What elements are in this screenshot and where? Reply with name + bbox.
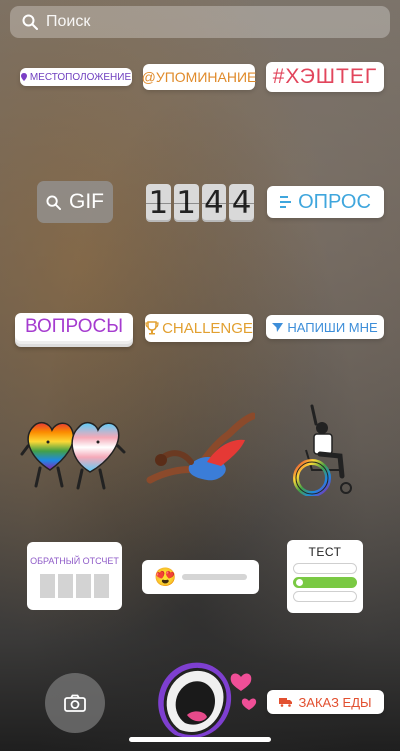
countdown-box	[94, 574, 109, 598]
quiz-option	[293, 591, 357, 602]
slider-track	[182, 574, 247, 580]
location-label: МЕСТОПОЛОЖЕНИЕ	[29, 71, 132, 83]
questions-label: ВОПРОСЫ	[24, 316, 124, 337]
home-indicator[interactable]	[129, 737, 271, 742]
clock-sticker[interactable]: 1 1 4 4	[146, 184, 254, 222]
hashtag-label: #ХЭШТЕГ	[272, 65, 378, 88]
challenge-sticker[interactable]: CHALLENGE	[145, 314, 253, 342]
location-pin-icon	[20, 73, 27, 81]
countdown-box	[76, 574, 91, 598]
quiz-option	[293, 563, 357, 574]
food-order-sticker[interactable]: ЗАКАЗ ЕДЫ	[267, 690, 384, 714]
food-order-label: ЗАКАЗ ЕДЫ	[298, 694, 372, 710]
dm-label: НАПИШИ МНЕ	[287, 319, 378, 335]
countdown-box	[58, 574, 73, 598]
mention-label: @УПОМИНАНИЕ	[141, 69, 257, 85]
camera-button[interactable]	[45, 673, 105, 733]
poll-icon	[280, 196, 292, 208]
pride-hearts-sticker[interactable]	[18, 408, 128, 496]
location-sticker[interactable]: МЕСТОПОЛОЖЕНИЕ	[20, 68, 132, 86]
quiz-sticker[interactable]: ТЕСТ	[287, 540, 363, 613]
quiz-title: ТЕСТ	[308, 545, 342, 559]
gif-label: GIF	[69, 190, 104, 213]
clock-digit: 1	[146, 184, 171, 222]
trophy-icon	[145, 321, 159, 335]
countdown-box	[40, 574, 55, 598]
heart-eyes-emoji-icon: 😍	[154, 567, 177, 587]
search-icon	[46, 194, 61, 210]
challenge-label: CHALLENGE	[162, 319, 253, 337]
send-icon	[272, 322, 284, 332]
delivery-truck-icon	[279, 698, 293, 707]
questions-sticker[interactable]: ВОПРОСЫ	[15, 313, 133, 341]
quiz-option-correct	[293, 577, 357, 588]
wheelchair-sticker[interactable]	[290, 404, 360, 496]
poll-sticker[interactable]: ОПРОС	[267, 186, 384, 218]
countdown-sticker[interactable]: ОБРАТНЫЙ ОТСЧЕТ	[27, 542, 122, 610]
countdown-boxes	[27, 574, 122, 598]
emoji-slider-sticker[interactable]: 😍	[142, 560, 259, 594]
gif-sticker[interactable]: GIF	[37, 181, 113, 223]
dancer-sticker[interactable]	[145, 410, 255, 490]
clock-digit: 1	[173, 184, 199, 222]
camera-icon	[64, 694, 86, 712]
hashtag-sticker[interactable]: #ХЭШТЕГ	[266, 62, 384, 92]
search-input[interactable]: Поиск	[10, 6, 390, 38]
countdown-title: ОБРАТНЫЙ ОТСЧЕТ	[30, 556, 119, 566]
clock-digit: 4	[201, 184, 227, 222]
poll-label: ОПРОС	[298, 190, 371, 213]
clock-digit: 4	[229, 184, 254, 222]
search-icon	[22, 14, 38, 30]
search-placeholder: Поиск	[46, 13, 91, 30]
mention-sticker[interactable]: @УПОМИНАНИЕ	[141, 64, 257, 90]
dm-sticker[interactable]: НАПИШИ МНЕ	[266, 315, 384, 339]
